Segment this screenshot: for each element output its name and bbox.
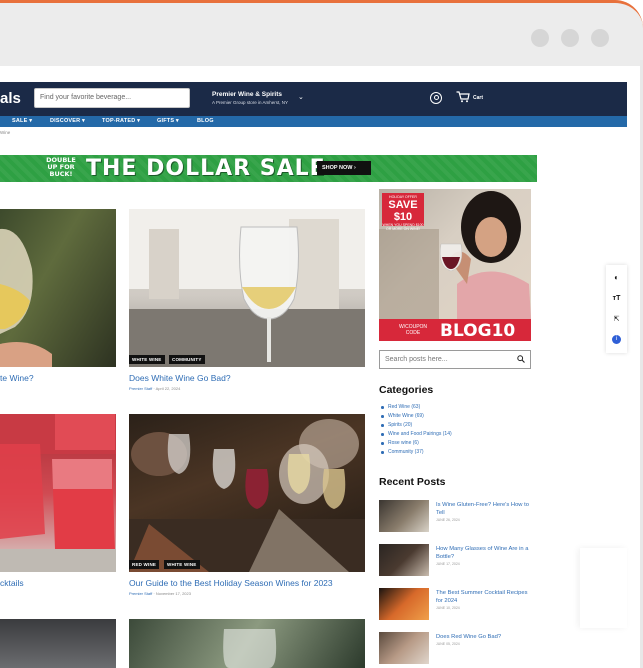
post-title[interactable]: Does White Wine Go Bad? <box>129 373 231 383</box>
recent-posts-heading: Recent Posts <box>379 476 446 488</box>
post-meta: Premier Staff · November 17, 2023 <box>129 591 191 596</box>
category-list: Red Wine (63) White Wine (69) Spirits (2… <box>381 403 452 457</box>
breadcrumb[interactable]: Wine <box>0 130 10 135</box>
store-subtitle: A Premier Group store in Amherst, NY <box>212 100 289 105</box>
nav-blog[interactable]: BLOG <box>197 118 214 124</box>
cart-icon[interactable] <box>456 91 470 103</box>
window-dot-1[interactable] <box>531 29 549 47</box>
nav-discover[interactable]: DISCOVER ▾ <box>50 118 85 124</box>
main-nav: SALE ▾ DISCOVER ▾ TOP-RATED ▾ GIFTS ▾ BL… <box>0 116 627 127</box>
recent-post-date: JUNE 10, 2024 <box>436 606 460 610</box>
accessibility-toolbar: ◐ ᴛT ⇱ i <box>606 265 627 353</box>
promo-code-bar: W/COUPON CODE BLOG10 <box>379 319 531 341</box>
search-input[interactable]: Find your favorite beverage... <box>34 88 190 108</box>
site-logo[interactable]: als <box>0 90 21 107</box>
recent-post-link[interactable]: How Many Glasses of Wine Are in a Bottle… <box>436 545 531 561</box>
post-image[interactable]: WHITE WINE COMMUNITY <box>129 209 365 367</box>
recent-thumb[interactable] <box>379 544 429 576</box>
cart-label[interactable]: Cart <box>473 95 483 101</box>
post-title[interactable]: te Wine? <box>0 373 34 383</box>
post-date: November 17, 2023 <box>155 591 191 596</box>
promo-save-box: HOLIDAY OFFER SAVE $10 WHEN YOU SPEND $1… <box>382 193 424 231</box>
post-image[interactable] <box>129 619 365 668</box>
post-author[interactable]: Premier Staff <box>129 386 152 391</box>
category-link[interactable]: Rose wine (6) <box>381 439 452 448</box>
recent-post-date: JUNE 17, 2024 <box>436 562 460 566</box>
contrast-icon[interactable]: ◐ <box>611 272 622 283</box>
shop-now-button[interactable]: SHOP NOW › <box>317 161 371 175</box>
post-title[interactable]: cktails <box>0 578 24 588</box>
post-author[interactable]: Premier Staff <box>129 591 152 596</box>
tag-white-wine[interactable]: WHITE WINE <box>164 560 200 569</box>
search-icon[interactable] <box>517 355 525 363</box>
post-title[interactable]: Our Guide to the Best Holiday Season Win… <box>129 578 333 588</box>
recent-post-link[interactable]: Does Red Wine Go Bad? <box>436 633 531 641</box>
category-link[interactable]: White Wine (69) <box>381 412 452 421</box>
post-search-input[interactable]: Search posts here... <box>379 350 531 369</box>
wine-glasses-photo <box>223 629 277 668</box>
category-link[interactable]: Spirits (20) <box>381 421 452 430</box>
cocktails-photo <box>0 414 116 572</box>
browser-frame <box>0 0 643 66</box>
side-panel <box>580 548 627 628</box>
promo-code-label: W/COUPON CODE <box>398 324 428 336</box>
chevron-down-icon[interactable]: ⌄ <box>298 93 304 101</box>
recent-post-date: JUNE 26, 2024 <box>436 518 460 522</box>
post-meta: Premier Staff · April 22, 2024 <box>129 386 181 391</box>
holiday-toast-photo <box>129 419 365 572</box>
post-image[interactable] <box>0 414 116 572</box>
window-dot-3[interactable] <box>591 29 609 47</box>
nav-gifts[interactable]: GIFTS ▾ <box>157 118 179 124</box>
store-selector[interactable]: Premier Wine & Spirits <box>212 91 282 98</box>
category-link[interactable]: Red Wine (63) <box>381 403 452 412</box>
recent-post-date: JUNE 05, 2024 <box>436 642 460 646</box>
categories-heading: Categories <box>379 384 434 396</box>
recent-thumb[interactable] <box>379 500 429 532</box>
promo-code: BLOG10 <box>440 321 516 341</box>
text-size-icon[interactable]: ᴛT <box>611 293 622 304</box>
info-icon[interactable]: i <box>612 335 621 344</box>
recent-post-link[interactable]: Is Wine Gluten-Free? Here's How to Tell <box>436 501 531 517</box>
wine-glass-photo <box>0 228 52 367</box>
recent-thumb[interactable] <box>379 588 429 620</box>
banner-title: THE DOLLAR SALE <box>86 156 326 181</box>
dollar-sale-banner[interactable]: DOUBLE UP FOR BUCK! THE DOLLAR SALE SHOP… <box>0 155 537 182</box>
category-link[interactable]: Wine and Food Pairings (14) <box>381 430 452 439</box>
nav-top-rated[interactable]: TOP-RATED ▾ <box>102 118 140 124</box>
post-date: April 22, 2024 <box>155 386 181 391</box>
post-image[interactable] <box>0 619 116 668</box>
tag-white-wine[interactable]: WHITE WINE <box>129 355 165 364</box>
white-wine-photo <box>129 209 365 367</box>
tag-community[interactable]: COMMUNITY <box>169 355 205 364</box>
tag-red-wine[interactable]: RED WINE <box>129 560 160 569</box>
window-dot-2[interactable] <box>561 29 579 47</box>
banner-badge: DOUBLE UP FOR BUCK! <box>46 156 76 178</box>
recent-post-link[interactable]: The Best Summer Cocktail Recipes for 202… <box>436 589 531 605</box>
post-image[interactable]: RED WINE WHITE WINE <box>129 414 365 572</box>
post-image[interactable] <box>0 209 116 367</box>
recent-thumb[interactable] <box>379 632 429 664</box>
promo-ad[interactable]: HOLIDAY OFFER SAVE $10 WHEN YOU SPEND $1… <box>379 189 531 341</box>
nav-sale[interactable]: SALE ▾ <box>12 118 32 124</box>
cursor-icon[interactable]: ⇱ <box>611 314 622 325</box>
category-link[interactable]: Community (37) <box>381 448 452 457</box>
promo-save: SAVE $10 <box>388 199 418 223</box>
user-icon[interactable] <box>430 92 442 104</box>
promo-condition: WHEN YOU SPEND $100 OR MORE ON WINE! <box>382 223 424 231</box>
site-header: als Find your favorite beverage... Premi… <box>0 82 627 116</box>
